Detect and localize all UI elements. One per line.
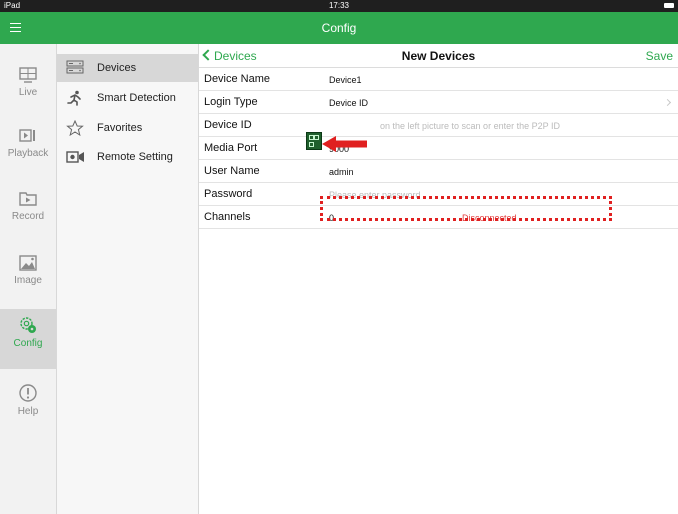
submenu-item-devices[interactable]: Devices	[57, 54, 198, 82]
submenu-label-smart-detection: Smart Detection	[97, 92, 176, 104]
monitor-icon	[19, 67, 37, 83]
device-name-row[interactable]: Device Name Device1	[199, 68, 678, 91]
save-button[interactable]: Save	[646, 44, 673, 68]
nav-label-config: Config	[13, 338, 43, 349]
clock: 17:33	[328, 1, 350, 10]
nav-label-live: Live	[18, 87, 38, 98]
nav-item-help[interactable]: Help	[0, 383, 56, 441]
submenu-label-favorites: Favorites	[97, 122, 143, 134]
chevron-right-icon	[663, 98, 672, 107]
login-type-label: Login Type	[204, 96, 258, 108]
battery-icon	[664, 3, 674, 8]
submenu-item-favorites[interactable]: Favorites	[57, 114, 198, 142]
config-submenu: Devices Smart Detection Favorites Remote…	[57, 44, 199, 514]
qr-scan-icon[interactable]	[306, 132, 322, 150]
nav-item-playback[interactable]: Playback	[0, 127, 56, 185]
nav-item-image[interactable]: Image	[0, 254, 56, 312]
playback-icon	[19, 129, 35, 142]
user-name-label: User Name	[204, 165, 260, 177]
nav-label-playback: Playback	[7, 148, 49, 159]
login-type-value: Device ID	[329, 98, 369, 108]
nav-item-config[interactable]: Config	[0, 309, 56, 369]
user-name-field[interactable]: admin	[329, 160, 354, 184]
device-id-field[interactable]: on the left picture to scan or enter the…	[380, 114, 560, 138]
nav-label-help: Help	[17, 406, 39, 417]
device-id-label: Device ID	[204, 119, 252, 131]
nav-label-image: Image	[14, 275, 42, 286]
nav-item-record[interactable]: Record	[0, 190, 56, 248]
device-id-row[interactable]: Device ID on the left picture to scan or…	[199, 114, 678, 137]
folder-play-icon	[19, 192, 37, 206]
star-icon	[66, 120, 84, 136]
device-form-panel: Devices New Devices Save Device Name Dev…	[199, 44, 678, 514]
device-name-label: Device Name	[204, 73, 271, 85]
password-label: Password	[204, 188, 253, 200]
page-header: Devices New Devices Save	[199, 44, 678, 68]
submenu-label-devices: Devices	[97, 62, 137, 74]
person-running-icon	[67, 90, 81, 106]
submenu-label-remote-setting: Remote Setting	[97, 151, 173, 163]
annotation-arrow-icon	[322, 136, 367, 152]
camera-settings-icon	[66, 151, 84, 163]
nav-item-live[interactable]: Live	[0, 66, 56, 124]
login-type-row[interactable]: Login Type Device ID	[199, 91, 678, 114]
device-name-field[interactable]: Device1	[329, 68, 362, 92]
gear-icon	[20, 317, 36, 333]
submenu-item-remote-setting[interactable]: Remote Setting	[57, 143, 198, 171]
channels-label: Channels	[204, 211, 251, 223]
user-name-row[interactable]: User Name admin	[199, 160, 678, 183]
app-bar: Config	[0, 12, 678, 44]
page-title: New Devices	[401, 49, 476, 63]
app-title: Config	[321, 21, 357, 35]
password-highlight-box	[320, 196, 612, 221]
help-icon	[19, 384, 37, 402]
left-nav: Live Playback Record Image Config Help	[0, 44, 57, 514]
nav-label-record: Record	[11, 211, 45, 222]
devices-icon	[66, 60, 84, 74]
submenu-item-smart-detection[interactable]: Smart Detection	[57, 84, 198, 112]
media-port-row[interactable]: Media Port 9000	[199, 137, 678, 160]
image-icon	[19, 255, 37, 271]
media-port-label: Media Port	[204, 142, 258, 154]
status-bar: iPad 17:33	[0, 0, 678, 12]
